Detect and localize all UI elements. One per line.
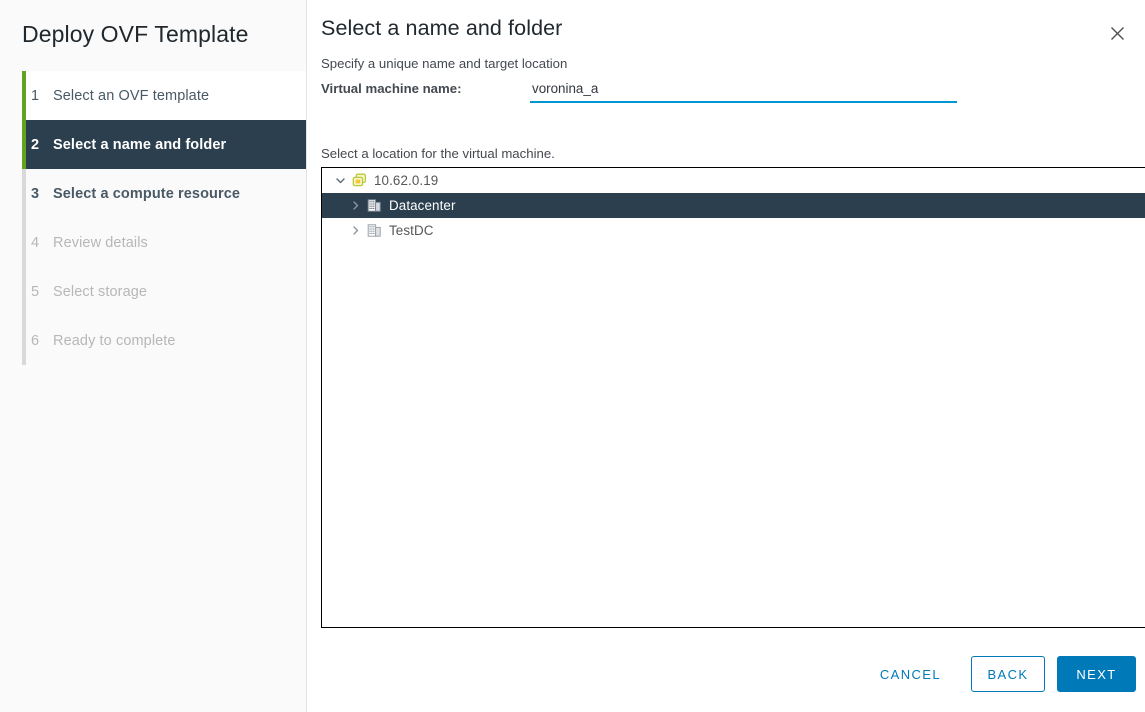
- sidebar-step-5: 5 Select storage: [26, 267, 306, 316]
- step-number: 2: [31, 136, 40, 153]
- step-label: Select storage: [53, 283, 148, 300]
- tree-node-label: TestDC: [389, 223, 434, 238]
- vm-name-label: Virtual machine name:: [321, 81, 462, 96]
- wizard-title: Deploy OVF Template: [22, 21, 249, 47]
- sidebar-step-4: 4 Review details: [26, 218, 306, 267]
- vcenter-icon: [350, 173, 368, 188]
- tree-node-testdc[interactable]: TestDC: [322, 218, 1145, 243]
- datacenter-icon: [365, 223, 383, 238]
- tree-node-label: 10.62.0.19: [374, 173, 439, 188]
- close-icon: [1110, 26, 1124, 40]
- step-label: Review details: [53, 234, 148, 251]
- vm-name-input[interactable]: [530, 79, 957, 103]
- step-label: Select an OVF template: [53, 87, 210, 104]
- chevron-right-icon[interactable]: [345, 225, 365, 236]
- tree-node-label: Datacenter: [389, 198, 456, 213]
- vm-name-row: Virtual machine name:: [321, 79, 971, 105]
- sidebar-step-3[interactable]: 3 Select a compute resource: [26, 169, 306, 218]
- chevron-down-icon[interactable]: [330, 175, 350, 186]
- wizard-footer: CANCEL BACK NEXT: [862, 656, 1136, 692]
- chevron-right-icon[interactable]: [345, 200, 365, 211]
- step-number: 1: [31, 87, 40, 104]
- next-button[interactable]: NEXT: [1057, 656, 1136, 692]
- back-button[interactable]: BACK: [971, 656, 1045, 692]
- tree-node-vcenter[interactable]: 10.62.0.19: [322, 168, 1145, 193]
- sidebar-step-6: 6 Ready to complete: [26, 316, 306, 365]
- tree-node-datacenter[interactable]: Datacenter: [322, 193, 1145, 218]
- progress-fill: [22, 71, 26, 169]
- pane-subtitle: Specify a unique name and target locatio…: [321, 56, 568, 71]
- close-button[interactable]: [1102, 18, 1132, 48]
- step-number: 5: [31, 283, 40, 300]
- location-instruction-label: Select a location for the virtual machin…: [321, 146, 555, 161]
- page-title: Select a name and folder: [321, 16, 563, 40]
- cancel-button[interactable]: CANCEL: [862, 656, 959, 692]
- wizard-main-pane: Select a name and folder Specify a uniqu…: [307, 0, 1145, 712]
- sidebar-step-1[interactable]: 1 Select an OVF template: [26, 71, 306, 120]
- step-number: 4: [31, 234, 40, 251]
- datacenter-icon: [365, 198, 383, 213]
- location-tree-panel[interactable]: 10.62.0.19 Datacenter TestDC: [321, 167, 1145, 628]
- wizard-sidebar: Deploy OVF Template 1 Select an OVF temp…: [0, 0, 307, 712]
- sidebar-step-2[interactable]: 2 Select a name and folder: [26, 120, 306, 169]
- deploy-ovf-template-dialog: Deploy OVF Template 1 Select an OVF temp…: [0, 0, 1145, 712]
- step-number: 6: [31, 332, 40, 349]
- step-number: 3: [31, 185, 40, 202]
- step-label: Select a compute resource: [53, 185, 241, 202]
- wizard-step-list: 1 Select an OVF template 2 Select a name…: [0, 71, 306, 365]
- step-label: Ready to complete: [53, 332, 176, 349]
- step-label: Select a name and folder: [53, 136, 227, 153]
